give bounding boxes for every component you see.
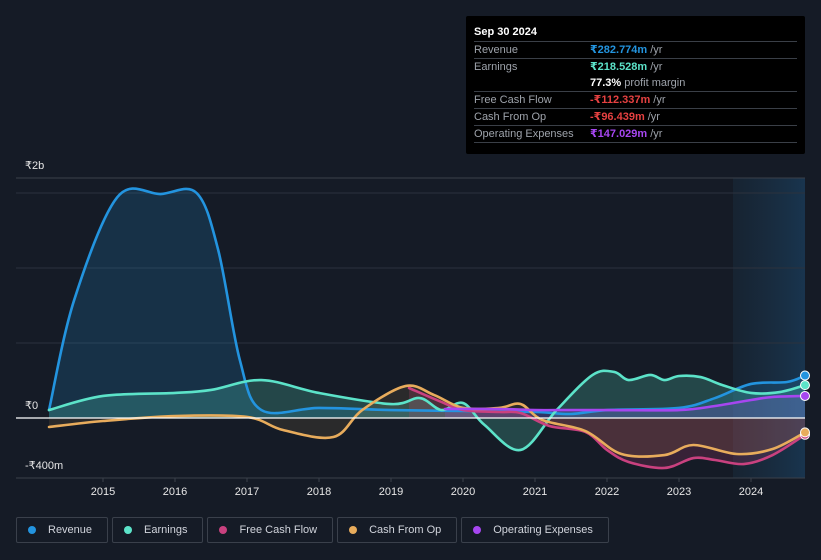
y-tick-label-min: -₹400m: [25, 460, 64, 472]
tooltip-row-unit: /yr: [647, 111, 660, 123]
tooltip-row-value: ₹218.528m: [590, 61, 648, 73]
tooltip-row-label: Operating Expenses: [474, 128, 574, 140]
x-tick-label: 2015: [91, 486, 115, 498]
x-tick-label: 2016: [163, 486, 187, 498]
legend-dot-icon: [473, 526, 482, 534]
legend-label: Operating Expenses: [493, 524, 593, 536]
legend-label: Free Cash Flow: [239, 524, 318, 536]
tooltip-row-value: ₹282.774m: [590, 44, 648, 56]
x-tick-label: 2019: [379, 486, 403, 498]
tooltip-row: Cash From Op -₹96.439m/yr: [474, 108, 797, 125]
endpoint-cash-from-op[interactable]: [800, 427, 810, 438]
legend-item-free-cash-flow[interactable]: Free Cash Flow: [207, 517, 334, 543]
tooltip-row-label: [474, 75, 590, 91]
tooltip-row: Free Cash Flow -₹112.337m/yr: [474, 91, 797, 108]
y-tick-label-zero: ₹0: [25, 400, 39, 412]
tooltip-row: Operating Expenses ₹147.029m/yr: [474, 125, 797, 142]
x-tick-label: 2022: [595, 486, 619, 498]
tooltip-row-value: 77.3%: [590, 77, 622, 89]
x-tick-label: 2018: [307, 486, 331, 498]
legend-item-operating-expenses[interactable]: Operating Expenses: [461, 517, 609, 543]
endpoint-earnings[interactable]: [800, 380, 810, 391]
tooltip-row-unit: profit margin: [624, 77, 686, 89]
legend-item-cash-from-op[interactable]: Cash From Op: [337, 517, 458, 543]
legend-dot-icon: [124, 526, 133, 534]
tooltip-row-value: -₹96.439m: [590, 111, 645, 123]
legend-dot-icon: [349, 526, 358, 534]
tooltip-row-unit: /yr: [650, 128, 663, 140]
tooltip-panel: Sep 30 2024 Revenue ₹282.774m/yr Earnings ₹…: [466, 16, 805, 154]
tooltip-row-label: Revenue: [474, 44, 519, 56]
legend: Revenue Earnings Free Cash Flow Cash From O…: [16, 517, 609, 543]
tooltip-row-unit: /yr: [653, 94, 666, 106]
tooltip-row: 77.3% profit margin: [474, 75, 797, 91]
tooltip-row-label: Cash From Op: [474, 111, 547, 123]
tooltip-row-value: ₹147.029m: [590, 128, 648, 140]
x-tick-label: 2021: [523, 486, 547, 498]
legend-dot-icon: [219, 526, 228, 534]
x-tick-label: 2020: [451, 486, 475, 498]
x-tick-label: 2024: [739, 486, 763, 498]
tooltip-row-label: Earnings: [474, 61, 518, 73]
legend-dot-icon: [28, 526, 36, 534]
x-tick-label: 2023: [667, 486, 691, 498]
tooltip-date: Sep 30 2024: [474, 26, 537, 38]
legend-item-revenue[interactable]: Revenue: [16, 517, 109, 543]
tooltip-row: Earnings ₹218.528m/yr: [474, 58, 797, 75]
legend-label: Revenue: [48, 524, 93, 536]
x-tick-label: 2017: [235, 486, 259, 498]
tooltip-row: Revenue ₹282.774m/yr: [474, 41, 797, 58]
legend-item-earnings[interactable]: Earnings: [112, 517, 204, 543]
endpoint-operating-expenses[interactable]: [800, 390, 810, 401]
endpoint-revenue[interactable]: [800, 370, 810, 381]
tooltip-row-value: -₹112.337m: [590, 94, 651, 106]
y-tick-label-max: ₹2b: [25, 160, 45, 172]
tooltip-row-label: Free Cash Flow: [474, 94, 552, 106]
legend-label: Cash From Op: [369, 524, 442, 536]
tooltip-row-unit: /yr: [650, 61, 663, 73]
legend-label: Earnings: [144, 524, 188, 536]
tooltip-row-unit: /yr: [650, 44, 663, 56]
